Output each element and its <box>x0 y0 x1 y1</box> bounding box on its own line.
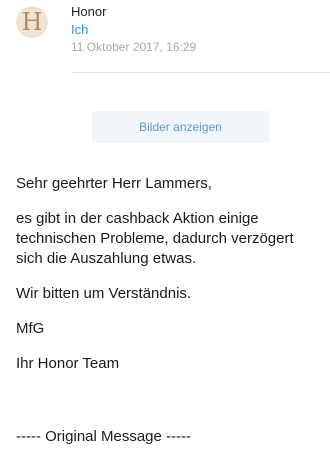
sender-avatar[interactable]: H <box>16 6 48 38</box>
message-header: H Honor Ich 11 Oktober 2017, 16:29 <box>0 0 330 72</box>
body-paragraph: es gibt in der cashback Aktion einige te… <box>16 210 294 267</box>
avatar-letter: H <box>21 8 43 36</box>
sender-name[interactable]: Honor <box>71 4 106 19</box>
greeting-text: Sehr geehrter Herr Lammers, <box>16 175 212 192</box>
body-paragraph: Wir bitten um Verständnis. <box>16 285 192 302</box>
message-datetime: 11 Oktober 2017, 16:29 <box>71 40 197 54</box>
closing-text: MfG <box>16 320 45 337</box>
signature-text: Ihr Honor Team <box>16 355 120 372</box>
message-body: Sehr geehrter Herr Lammers, es gibt in d… <box>16 174 324 389</box>
header-divider <box>71 72 330 73</box>
show-images-button[interactable]: Bilder anzeigen <box>92 111 269 143</box>
original-message-separator: ----- Original Message ----- <box>16 428 192 445</box>
recipient-name[interactable]: Ich <box>71 22 88 37</box>
